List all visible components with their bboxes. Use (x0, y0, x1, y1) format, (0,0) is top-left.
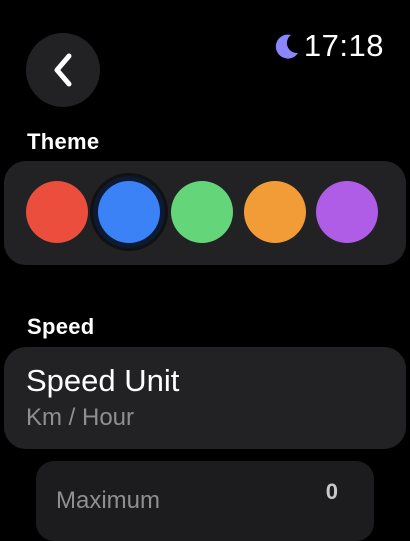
speed-section-title: Speed (27, 314, 95, 339)
maximum-label: Maximum (56, 487, 161, 514)
maximum-value: 0 (325, 479, 338, 504)
theme-swatch-red[interactable] (26, 181, 88, 243)
maximum-speed-row[interactable]: Maximum 0 (36, 461, 374, 541)
theme-color-picker (4, 161, 406, 265)
speed-unit-value: Km / Hour (26, 404, 135, 431)
moon-icon (275, 34, 298, 59)
speed-unit-row[interactable]: Speed Unit Km / Hour (4, 347, 406, 449)
theme-swatch-orange[interactable] (244, 181, 306, 243)
back-button[interactable] (26, 33, 100, 107)
theme-swatch-green[interactable] (171, 181, 233, 243)
status-bar: 17:18 (273, 28, 384, 64)
theme-swatch-purple[interactable] (316, 181, 378, 243)
clock: 17:18 (303, 28, 384, 63)
speed-unit-label: Speed Unit (26, 363, 180, 398)
chevron-left-icon (54, 53, 72, 87)
theme-section-title: Theme (27, 129, 100, 154)
theme-swatch-blue[interactable] (98, 181, 160, 243)
